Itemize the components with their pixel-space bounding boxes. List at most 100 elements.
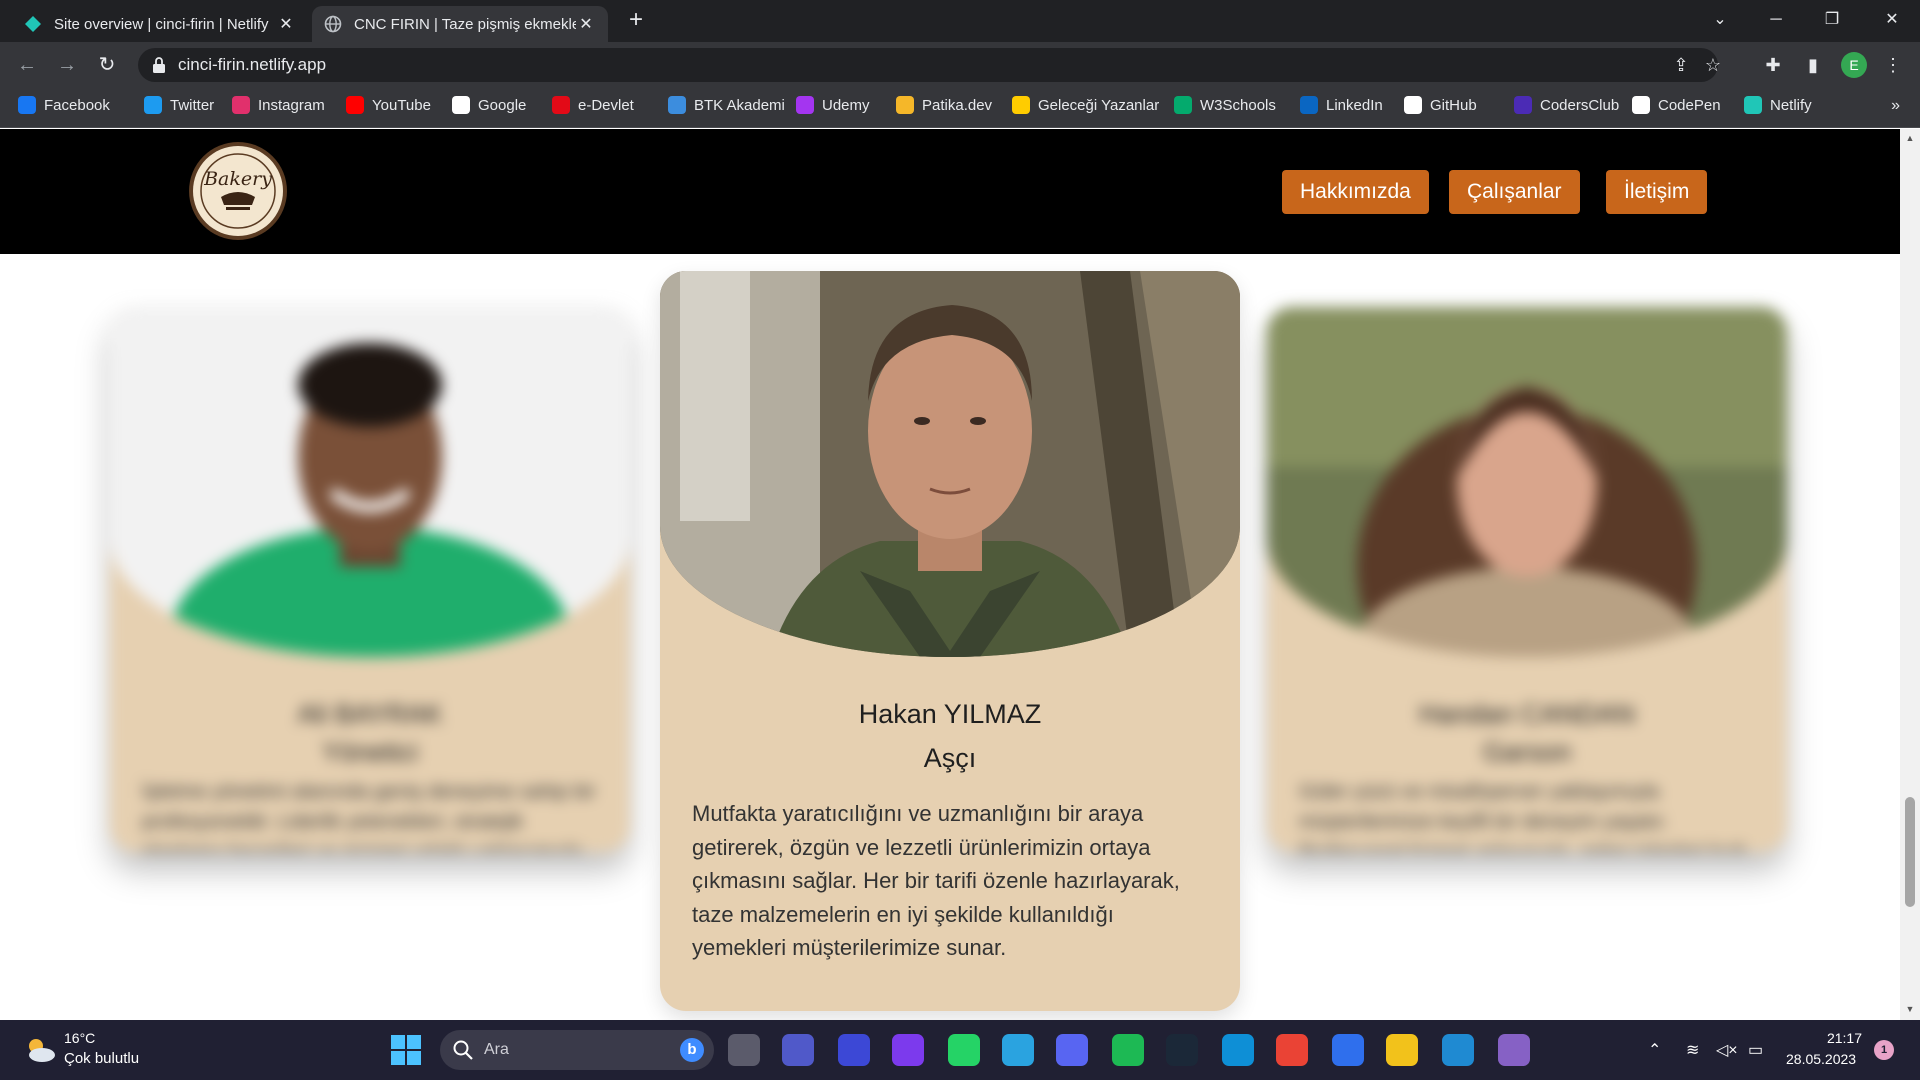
instagram-icon xyxy=(232,96,250,114)
cloudy-weather-icon[interactable] xyxy=(24,1036,56,1064)
netlify-favicon-icon xyxy=(25,16,41,32)
reload-icon[interactable]: ↻ xyxy=(92,50,122,80)
discord-icon[interactable] xyxy=(1056,1034,1088,1066)
bookmark-codersclub[interactable]: CodersClub xyxy=(1514,96,1619,114)
vscode-icon[interactable] xyxy=(1442,1034,1474,1066)
battery-icon[interactable]: ▭ xyxy=(1748,1040,1763,1060)
teams-chat-icon[interactable] xyxy=(782,1034,814,1066)
scrollbar-thumb[interactable] xyxy=(1905,797,1915,907)
bookmark-instagram[interactable]: Instagram xyxy=(232,96,325,114)
close-tab-icon[interactable]: ✕ xyxy=(576,14,596,34)
clock-date[interactable]: 28.05.2023 xyxy=(1786,1051,1856,1067)
bookmark-label: Google xyxy=(478,96,527,114)
bookmark-patika-dev[interactable]: Patika.dev xyxy=(896,96,992,114)
task-view-icon[interactable] xyxy=(728,1034,760,1066)
more-bookmarks-chevron-icon[interactable]: » xyxy=(1891,97,1900,115)
bookmark-star-icon[interactable]: ☆ xyxy=(1702,54,1724,76)
youtube-icon xyxy=(346,96,364,114)
search-placeholder: Ara xyxy=(484,1041,509,1058)
tab-netlify-overview[interactable]: Site overview | cinci-firin | Netlify ✕ xyxy=(12,6,308,42)
sticky-tools-icon[interactable] xyxy=(1386,1034,1418,1066)
extensions-puzzle-icon[interactable]: ✚ xyxy=(1760,52,1786,78)
clock-time[interactable]: 21:17 xyxy=(1820,1030,1862,1046)
codepen-icon xyxy=(1632,96,1650,114)
steam-icon[interactable] xyxy=(1166,1034,1198,1066)
page-viewport: Bakery Hakkımızda Çalışanlar İletişim Al… xyxy=(0,129,1900,1020)
edevlet-icon xyxy=(552,96,570,114)
employee-role: Garson xyxy=(1482,737,1572,767)
telegram-icon[interactable] xyxy=(1002,1034,1034,1066)
spotify-icon[interactable] xyxy=(1112,1034,1144,1066)
share-icon[interactable]: ⇪ xyxy=(1670,54,1692,76)
windows-start-icon[interactable] xyxy=(390,1034,422,1066)
notes-app-icon[interactable] xyxy=(838,1034,870,1066)
employee-card-focused[interactable]: Hakan YILMAZ Aşçı Mutfakta yaratıcılığın… xyxy=(660,271,1240,1011)
volume-muted-icon[interactable]: ◁× xyxy=(1716,1040,1738,1060)
employee-photo xyxy=(110,307,630,657)
site-header: Bakery Hakkımızda Çalışanlar İletişim xyxy=(0,129,1900,254)
bookmark-label: GitHub xyxy=(1430,96,1477,114)
facebook-icon xyxy=(18,96,36,114)
new-tab-button[interactable]: + xyxy=(622,6,650,34)
bing-icon[interactable]: b xyxy=(680,1038,704,1062)
chrome-icon[interactable] xyxy=(1276,1034,1308,1066)
bookmark-w3schools[interactable]: W3Schools xyxy=(1174,96,1276,114)
weather-description: Çok bulutlu xyxy=(64,1050,140,1067)
bookmark-twitter[interactable]: Twitter xyxy=(144,96,214,114)
whatsapp-icon[interactable] xyxy=(948,1034,980,1066)
bookmark-gelece-i-yazanlar[interactable]: Geleceği Yazanlar xyxy=(1012,96,1159,114)
restore-button[interactable]: ❐ xyxy=(1804,0,1860,42)
side-panel-icon[interactable]: ▮ xyxy=(1800,52,1826,78)
bookmark-linkedin[interactable]: LinkedIn xyxy=(1300,96,1383,114)
scroll-up-arrow-icon[interactable]: ▲ xyxy=(1904,133,1916,143)
taskbar-search[interactable]: Ara b xyxy=(440,1030,714,1070)
bookmark-label: W3Schools xyxy=(1200,96,1276,114)
weather-temperature: 16°C xyxy=(64,1030,96,1046)
bookmark-google[interactable]: Google xyxy=(452,96,526,114)
employee-card[interactable]: Handan CANDAN Garson Güler yüzü ve misaf… xyxy=(1267,307,1787,852)
wifi-icon[interactable]: ≋ xyxy=(1686,1040,1699,1060)
scroll-down-arrow-icon[interactable]: ▼ xyxy=(1904,1004,1916,1014)
tab-search-chevron-icon[interactable]: ⌄ xyxy=(1692,0,1748,42)
forward-arrow-icon[interactable]: → xyxy=(52,50,82,80)
minimize-button[interactable]: ─ xyxy=(1748,0,1804,42)
bookmark-youtube[interactable]: YouTube xyxy=(346,96,431,114)
notion-n-icon[interactable] xyxy=(1332,1034,1364,1066)
menu-kebab-icon[interactable]: ⋮ xyxy=(1880,52,1906,78)
browser-tab-strip: Site overview | cinci-firin | Netlify ✕ … xyxy=(0,0,1920,42)
profile-avatar[interactable]: E xyxy=(1841,52,1867,78)
bakery-logo[interactable]: Bakery xyxy=(188,141,288,241)
edge-icon[interactable] xyxy=(1222,1034,1254,1066)
bookmark-netlify[interactable]: Netlify xyxy=(1744,96,1812,114)
employee-name: Hakan YILMAZ xyxy=(858,699,1042,729)
visual-studio-icon[interactable] xyxy=(1498,1034,1530,1066)
nav-employees-button[interactable]: Çalışanlar xyxy=(1449,170,1580,214)
back-arrow-icon[interactable]: ← xyxy=(12,50,42,80)
tab-cnc-firin[interactable]: CNC FIRIN | Taze pişmiş ekmekler ✕ xyxy=(312,6,608,42)
close-tab-icon[interactable]: ✕ xyxy=(276,14,296,34)
show-hidden-icons-chevron-icon[interactable]: ⌃ xyxy=(1648,1040,1661,1060)
bookmark-github[interactable]: GitHub xyxy=(1404,96,1477,114)
bookmark-e-devlet[interactable]: e-Devlet xyxy=(552,96,634,114)
employee-description: İşletme yönetimi alanında geniş deneyime… xyxy=(142,781,596,852)
notification-badge[interactable]: 1 xyxy=(1874,1040,1894,1060)
google-icon xyxy=(452,96,470,114)
bookmark-codepen[interactable]: CodePen xyxy=(1632,96,1721,114)
bookmark-label: Udemy xyxy=(822,96,870,114)
bookmark-facebook[interactable]: Facebook xyxy=(18,96,110,114)
employee-card[interactable]: Ali BAYRAK Yönetici İşletme yönetimi ala… xyxy=(110,307,630,852)
bookmark-label: Facebook xyxy=(44,96,110,114)
bookmark-btk-akademi[interactable]: BTK Akademi xyxy=(668,96,785,114)
address-bar[interactable]: cinci-firin.netlify.app ⇪ ☆ xyxy=(138,48,1721,82)
bookmark-label: e-Devlet xyxy=(578,96,634,114)
close-window-button[interactable]: ✕ xyxy=(1864,0,1920,42)
search-icon xyxy=(453,1040,473,1060)
page-scrollbar[interactable]: ▲ ▼ xyxy=(1900,129,1920,1020)
nav-about-button[interactable]: Hakkımızda xyxy=(1282,170,1429,214)
netlify-icon xyxy=(1744,96,1762,114)
clipchamp-icon[interactable] xyxy=(892,1034,924,1066)
bookmark-label: CodePen xyxy=(1658,96,1721,114)
nav-contact-button[interactable]: İletişim xyxy=(1606,170,1708,214)
employee-description: Güler yüzü ve misafirperver yaklaşımıyla… xyxy=(1299,781,1748,852)
bookmark-udemy[interactable]: Udemy xyxy=(796,96,870,114)
